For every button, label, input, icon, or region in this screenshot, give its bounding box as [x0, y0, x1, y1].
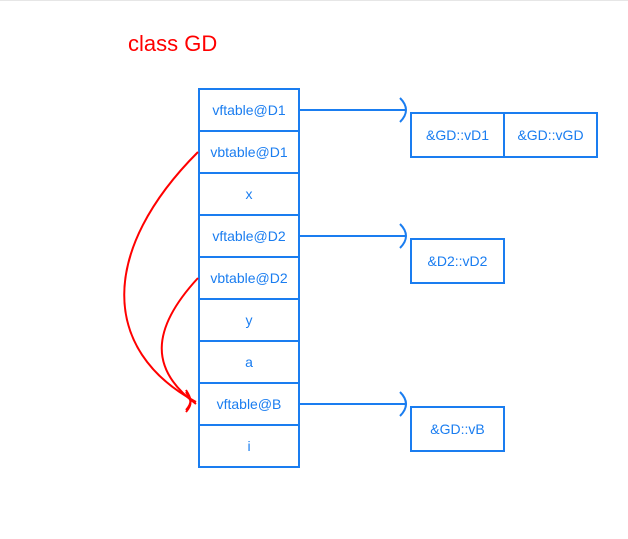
arrow-vbtable-d2-to-b	[162, 278, 198, 412]
cell-vftable-d2: vftable@D2	[198, 214, 300, 258]
arrow-vftable-d1	[300, 98, 406, 122]
arrow-vftable-b	[300, 392, 406, 416]
top-rule	[0, 0, 628, 1]
arrows-overlay	[0, 0, 628, 539]
cell-vbtable-d2: vbtable@D2	[198, 256, 300, 300]
cell-y: y	[198, 298, 300, 342]
cell-i: i	[198, 424, 300, 468]
cell-vbtable-d1: vbtable@D1	[198, 130, 300, 174]
cell-a: a	[198, 340, 300, 384]
cell-vftable-d1: vftable@D1	[198, 88, 300, 132]
arrow-vbtable-d1-to-b	[124, 152, 198, 410]
cell-vftable-b: vftable@B	[198, 382, 300, 426]
cell-x: x	[198, 172, 300, 216]
vft-b-entry-0: &GD::vB	[410, 406, 505, 452]
diagram-title: class GD	[128, 31, 217, 57]
vft-d1-entry-1: &GD::vGD	[503, 112, 598, 158]
diagram-canvas: class GD vftable@D1 vbtable@D1 x vftable…	[0, 0, 628, 539]
arrow-vftable-d2	[300, 224, 406, 248]
vft-d1-entry-0: &GD::vD1	[410, 112, 505, 158]
vft-d2-entry-0: &D2::vD2	[410, 238, 505, 284]
